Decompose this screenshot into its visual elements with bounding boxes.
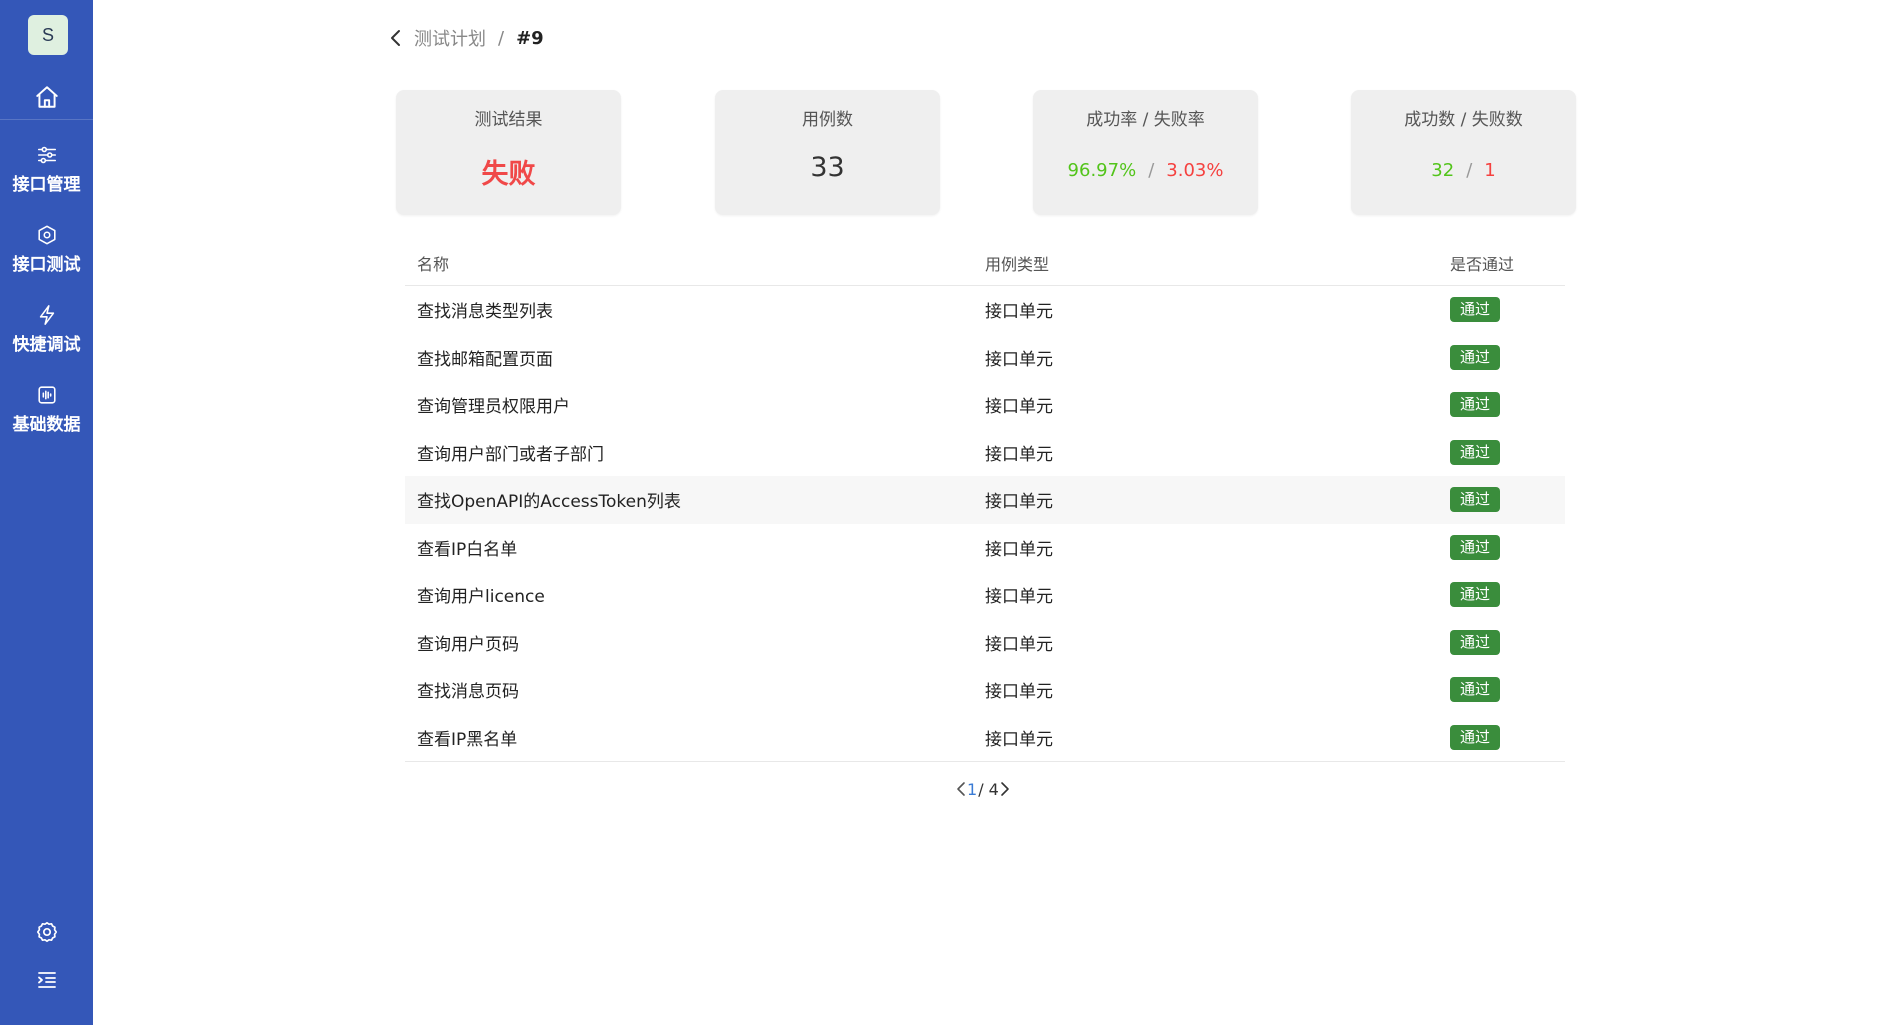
test-case-table: 名称 用例类型 是否通过 查找消息类型列表 接口单元 通过 查找邮箱配置页面 接… — [405, 240, 1565, 762]
card-title: 用例数 — [802, 110, 853, 130]
table-row[interactable]: 查找消息类型列表 接口单元 通过 — [405, 286, 1565, 334]
status-badge: 通过 — [1450, 487, 1501, 513]
status-badge: 通过 — [1450, 534, 1501, 560]
sidebar-divider — [0, 119, 93, 120]
table-row[interactable]: 查找消息页码 接口单元 通过 — [405, 666, 1565, 714]
collapse-menu-button[interactable] — [0, 960, 93, 1000]
sidebar-item-label: 基础数据 — [12, 415, 81, 435]
case-name: 查找消息类型列表 — [417, 302, 553, 323]
sidebar: S 接口管理 接口测试 快捷调试 基础数据 — [0, 0, 93, 1025]
total-pages: / 4 — [978, 779, 999, 799]
table-row[interactable]: 查看IP白名单 接口单元 通过 — [405, 524, 1565, 572]
count-values: 32 / 1 — [1351, 160, 1576, 181]
case-name: 查询用户部门或者子部门 — [417, 444, 604, 465]
table-row[interactable]: 查询管理员权限用户 接口单元 通过 — [405, 381, 1565, 429]
table-row[interactable]: 查找OpenAPI的AccessToken列表 接口单元 通过 — [405, 476, 1565, 524]
sidebar-item-label: 接口管理 — [12, 175, 81, 195]
status-badge: 通过 — [1450, 392, 1501, 418]
table-header: 名称 用例类型 是否通过 — [405, 240, 1565, 286]
chevron-left-icon — [957, 782, 965, 796]
success-count-value: 32 — [1431, 160, 1455, 181]
case-count-value: 33 — [810, 152, 845, 183]
lightning-icon — [36, 302, 58, 328]
chevron-left-icon — [391, 30, 400, 46]
table-row[interactable]: 查看IP黑名单 接口单元 通过 — [405, 714, 1565, 762]
table-bottom-border — [405, 761, 1565, 762]
back-button[interactable] — [388, 29, 404, 47]
table-row[interactable]: 查询用户licence 接口单元 通过 — [405, 571, 1565, 619]
status-badge: 通过 — [1450, 582, 1501, 608]
status-badge: 通过 — [1450, 344, 1501, 370]
test-result-value: 失败 — [481, 159, 536, 190]
test-result-card: 测试结果 失败 — [396, 90, 621, 215]
breadcrumb-separator: / — [498, 27, 505, 49]
status-badge: 通过 — [1450, 677, 1501, 703]
case-name: 查找OpenAPI的AccessToken列表 — [417, 492, 681, 513]
case-name: 查询管理员权限用户 — [417, 397, 570, 418]
case-name: 查询用户licence — [417, 587, 545, 608]
case-type: 接口单元 — [985, 302, 1053, 323]
sidebar-item-label: 快捷调试 — [12, 335, 81, 355]
sidebar-item-base-data[interactable]: 基础数据 — [0, 378, 93, 446]
status-badge: 通过 — [1450, 629, 1501, 655]
gear-icon — [36, 921, 57, 943]
column-header-name: 名称 — [417, 254, 450, 274]
case-name: 查看IP白名单 — [417, 539, 518, 560]
waveform-box-icon — [36, 382, 58, 408]
case-type: 接口单元 — [985, 397, 1053, 418]
pair-separator: / — [1148, 160, 1155, 181]
case-type: 接口单元 — [985, 539, 1053, 560]
hexagon-gear-icon — [36, 222, 58, 248]
home-button[interactable] — [0, 75, 93, 119]
case-type: 接口单元 — [985, 682, 1053, 703]
sidebar-item-label: 接口测试 — [12, 255, 81, 275]
prev-page-button[interactable] — [955, 780, 967, 798]
card-title: 成功率 / 失败率 — [1086, 110, 1205, 130]
column-header-pass: 是否通过 — [1450, 254, 1515, 274]
pagination: 1 / 4 — [955, 776, 1011, 802]
rate-card: 成功率 / 失败率 96.97% / 3.03% — [1033, 90, 1258, 215]
fail-rate-value: 3.03% — [1166, 160, 1224, 181]
count-card: 成功数 / 失败数 32 / 1 — [1351, 90, 1576, 215]
case-count-card: 用例数 33 — [715, 90, 940, 215]
next-page-button[interactable] — [999, 780, 1011, 798]
case-name: 查找邮箱配置页面 — [417, 349, 553, 370]
card-title: 成功数 / 失败数 — [1404, 110, 1523, 130]
table-row[interactable]: 查找邮箱配置页面 接口单元 通过 — [405, 334, 1565, 382]
card-title: 测试结果 — [474, 110, 543, 130]
breadcrumb: 测试计划 / #9 — [388, 24, 544, 52]
avatar[interactable]: S — [28, 15, 68, 55]
case-type: 接口单元 — [985, 349, 1053, 370]
table-row[interactable]: 查询用户页码 接口单元 通过 — [405, 619, 1565, 667]
case-name: 查找消息页码 — [417, 682, 519, 703]
case-type: 接口单元 — [985, 729, 1053, 750]
chevron-right-icon — [1001, 782, 1009, 796]
status-badge: 通过 — [1450, 297, 1501, 323]
rate-values: 96.97% / 3.03% — [1033, 160, 1258, 181]
breadcrumb-current: #9 — [516, 27, 544, 49]
case-name: 查看IP黑名单 — [417, 729, 518, 750]
status-badge: 通过 — [1450, 439, 1501, 465]
pair-separator: / — [1466, 160, 1473, 181]
case-type: 接口单元 — [985, 634, 1053, 655]
sidebar-item-api-testing[interactable]: 接口测试 — [0, 218, 93, 286]
fail-count-value: 1 — [1484, 160, 1496, 181]
home-icon — [35, 86, 58, 108]
current-page: 1 — [967, 779, 978, 799]
case-name: 查询用户页码 — [417, 634, 519, 655]
sidebar-item-quick-debug[interactable]: 快捷调试 — [0, 298, 93, 366]
case-type: 接口单元 — [985, 492, 1053, 513]
settings-button[interactable] — [0, 912, 93, 952]
case-type: 接口单元 — [985, 444, 1053, 465]
sliders-icon — [36, 142, 58, 168]
menu-collapse-icon — [37, 972, 56, 988]
column-header-type: 用例类型 — [985, 254, 1050, 274]
table-row[interactable]: 查询用户部门或者子部门 接口单元 通过 — [405, 429, 1565, 477]
status-badge: 通过 — [1450, 724, 1501, 750]
breadcrumb-parent-link[interactable]: 测试计划 — [414, 25, 486, 51]
case-type: 接口单元 — [985, 587, 1053, 608]
sidebar-item-api-management[interactable]: 接口管理 — [0, 138, 93, 206]
success-rate-value: 96.97% — [1067, 160, 1137, 181]
